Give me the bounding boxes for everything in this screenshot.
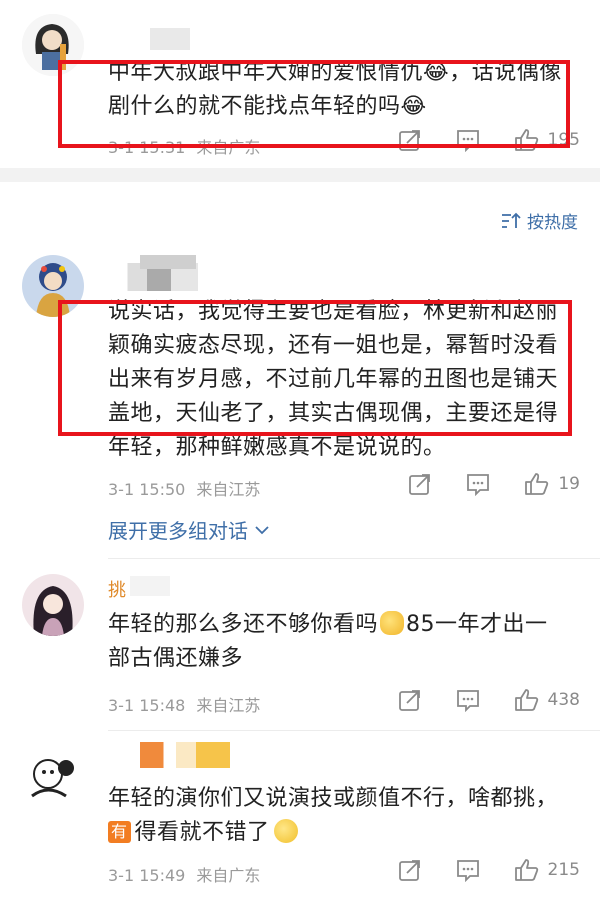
comment-meta: 3-1 15:50 来自江苏 [108,476,260,500]
avatar[interactable] [22,574,84,636]
like-count: 19 [558,474,580,494]
comment-2: 说实话，我觉得主要也是看脸，林更新和赵丽颖确实疲态尽现，还有一姐也是，幂暂时没看… [0,245,600,555]
expand-label: 展开更多组对话 [108,519,248,543]
share-icon [398,690,420,711]
comment-text: 年轻的演你们又说演技或颜值不行，啥都挑， 有得看就不错了 [108,786,559,845]
comment-4: 年轻的演你们又说演技或颜值不行，啥都挑， 有得看就不错了 3-1 15:49 来… [0,738,600,898]
share-icon [398,860,420,881]
share-icon [409,474,431,495]
comment-location: 来自广东 [196,866,261,885]
comment-3: 挑 年轻的那么多还不够你看吗 85一年才出一 部古偶还嫌多 3-1 15:48 来… [0,568,600,726]
reply-button[interactable] [456,858,480,882]
sort-toggle[interactable]: 按热度 [501,208,578,233]
like-count: 438 [547,690,580,710]
reply-button[interactable] [466,472,490,496]
like-button[interactable]: 438 [514,688,580,712]
username-partial: 挑 [108,580,126,601]
expand-conversation-link[interactable]: 展开更多组对话 [108,515,270,544]
username-blurred [140,742,230,768]
comment-icon [456,690,479,712]
emoji-icon [380,611,405,635]
sort-icon [502,212,521,228]
smile-emoji-icon [273,819,298,843]
comment-1: 中年大叔跟中年大婶的爱恨情仇😂，话说偶像剧什么的就不能找点年轻的吗😂 3-1 1… [0,0,600,168]
username-blurred [150,28,190,50]
comment-meta: 3-1 15:49 来自广东 [108,862,260,886]
comment-text: 年轻的那么多还不够你看吗 85一年才出一 部古偶还嫌多 [108,611,548,671]
thumbs-up-icon [514,689,538,711]
like-count: 215 [547,860,580,880]
comment-icon [467,474,490,496]
comment-time: 3-1 15:48 [108,696,186,715]
comment-time: 3-1 15:49 [108,866,186,885]
reply-button[interactable] [456,688,480,712]
thumbs-up-icon [514,859,538,881]
username[interactable]: 挑 [108,576,126,602]
username-blurred [130,576,170,596]
like-button[interactable]: 19 [524,472,580,496]
comment-location: 来自江苏 [196,480,261,499]
red-highlight-box [58,60,570,148]
badge-icon: 有 [108,821,131,843]
comment-meta: 3-1 15:48 来自江苏 [108,692,260,716]
divider [108,730,600,731]
share-button[interactable] [398,688,422,712]
share-button[interactable] [398,858,422,882]
comment-icon [456,860,479,882]
avatar[interactable] [22,744,84,806]
section-divider [0,168,600,182]
chevron-down-icon [255,525,269,534]
thumbs-up-icon [525,473,549,495]
divider [108,558,600,559]
comment-location: 来自江苏 [196,696,261,715]
red-highlight-box [58,300,572,436]
share-button[interactable] [408,472,432,496]
sort-label: 按热度 [527,213,578,233]
like-button[interactable]: 215 [514,858,580,882]
comment-time: 3-1 15:50 [108,480,186,499]
